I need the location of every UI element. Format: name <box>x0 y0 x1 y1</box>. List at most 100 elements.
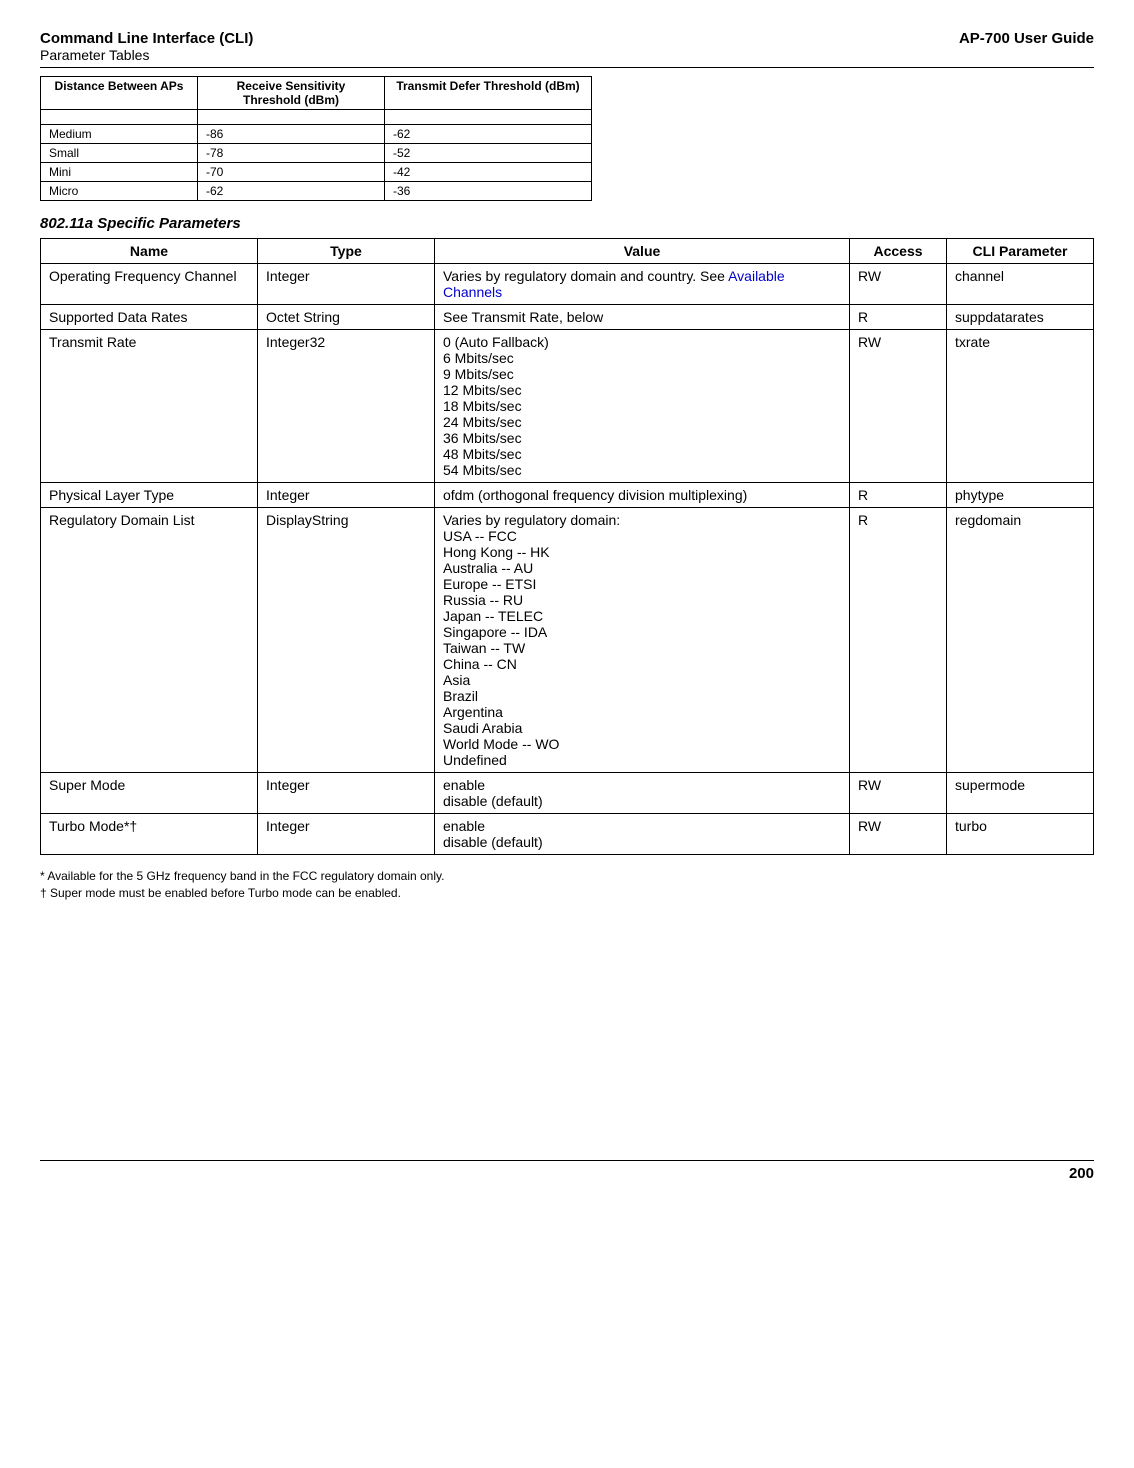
cell-type: Integer <box>258 264 435 305</box>
cell-cli: supermode <box>947 773 1094 814</box>
table-row: Regulatory Domain List DisplayString Var… <box>41 508 1094 773</box>
table-row: Operating Frequency Channel Integer Vari… <box>41 264 1094 305</box>
cell: Medium <box>41 125 198 144</box>
value-line: 48 Mbits/sec <box>443 446 841 462</box>
col-receive: Receive Sensitivity Threshold (dBm) <box>198 77 385 110</box>
page-header: Command Line Interface (CLI) Parameter T… <box>40 30 1094 68</box>
cell-value: Varies by regulatory domain and country.… <box>435 264 850 305</box>
value-line: Saudi Arabia <box>443 720 841 736</box>
value-line: enable <box>443 777 841 793</box>
cell: -36 <box>385 182 592 201</box>
page-number: 200 <box>1069 1165 1094 1182</box>
footnote-1: * Available for the 5 GHz frequency band… <box>40 869 1094 883</box>
cell-access: R <box>850 483 947 508</box>
value-line: Europe -- ETSI <box>443 576 841 592</box>
cell-value: enable disable (default) <box>435 814 850 855</box>
cell: Mini <box>41 163 198 182</box>
header-subtitle: Parameter Tables <box>40 47 253 63</box>
value-line: 54 Mbits/sec <box>443 462 841 478</box>
table-row: Transmit Rate Integer32 0 (Auto Fallback… <box>41 330 1094 483</box>
col-value: Value <box>435 239 850 264</box>
value-line: Australia -- AU <box>443 560 841 576</box>
cell-cli: suppdatarates <box>947 305 1094 330</box>
value-line: Undefined <box>443 752 841 768</box>
value-line: Japan -- TELEC <box>443 608 841 624</box>
table-row: Physical Layer Type Integer ofdm (orthog… <box>41 483 1094 508</box>
value-line: 6 Mbits/sec <box>443 350 841 366</box>
value-line: disable (default) <box>443 834 841 850</box>
value-line: Argentina <box>443 704 841 720</box>
cell-name: Operating Frequency Channel <box>41 264 258 305</box>
value-line: Taiwan -- TW <box>443 640 841 656</box>
value-line: China -- CN <box>443 656 841 672</box>
cell-cli: turbo <box>947 814 1094 855</box>
value-line: 18 Mbits/sec <box>443 398 841 414</box>
cell-cli: txrate <box>947 330 1094 483</box>
cell-value: 0 (Auto Fallback) 6 Mbits/sec 9 Mbits/se… <box>435 330 850 483</box>
cell-type: Integer <box>258 814 435 855</box>
value-line: disable (default) <box>443 793 841 809</box>
cell-access: R <box>850 305 947 330</box>
cell-type: DisplayString <box>258 508 435 773</box>
value-line: 12 Mbits/sec <box>443 382 841 398</box>
col-type: Type <box>258 239 435 264</box>
header-title: Command Line Interface (CLI) <box>40 30 253 47</box>
footnote-2: † Super mode must be enabled before Turb… <box>40 886 1094 900</box>
page-footer: 200 <box>40 1160 1094 1182</box>
value-line: Russia -- RU <box>443 592 841 608</box>
cell-value: Varies by regulatory domain: USA -- FCC … <box>435 508 850 773</box>
table-row: Turbo Mode*† Integer enable disable (def… <box>41 814 1094 855</box>
cell: -86 <box>198 125 385 144</box>
cell: -42 <box>385 163 592 182</box>
cell-type: Octet String <box>258 305 435 330</box>
cell-access: RW <box>850 814 947 855</box>
cell-name: Regulatory Domain List <box>41 508 258 773</box>
cell: Micro <box>41 182 198 201</box>
col-cli: CLI Parameter <box>947 239 1094 264</box>
value-line: Hong Kong -- HK <box>443 544 841 560</box>
value-line: 0 (Auto Fallback) <box>443 334 841 350</box>
section-heading: 802.11a Specific Parameters <box>40 215 1094 232</box>
cell-type: Integer <box>258 483 435 508</box>
header-guide: AP-700 User Guide <box>959 30 1094 47</box>
cell: -78 <box>198 144 385 163</box>
value-line: USA -- FCC <box>443 528 841 544</box>
value-line: Singapore -- IDA <box>443 624 841 640</box>
col-access: Access <box>850 239 947 264</box>
value-line: World Mode -- WO <box>443 736 841 752</box>
footnotes: * Available for the 5 GHz frequency band… <box>40 869 1094 900</box>
table-row: Small -78 -52 <box>41 144 592 163</box>
cell: -52 <box>385 144 592 163</box>
cell-name: Physical Layer Type <box>41 483 258 508</box>
cell-name: Supported Data Rates <box>41 305 258 330</box>
col-distance: Distance Between APs <box>41 77 198 110</box>
value-line: Varies by regulatory domain: <box>443 512 841 528</box>
cell-access: RW <box>850 264 947 305</box>
table-row: Mini -70 -42 <box>41 163 592 182</box>
cell-access: RW <box>850 773 947 814</box>
cell-cli: channel <box>947 264 1094 305</box>
cell: -62 <box>385 125 592 144</box>
table-row: Super Mode Integer enable disable (defau… <box>41 773 1094 814</box>
cell-type: Integer32 <box>258 330 435 483</box>
value-line: 9 Mbits/sec <box>443 366 841 382</box>
value-text: Varies by regulatory domain and country.… <box>443 268 728 284</box>
value-line: 24 Mbits/sec <box>443 414 841 430</box>
value-line: Asia <box>443 672 841 688</box>
col-name: Name <box>41 239 258 264</box>
cell-value: See Transmit Rate, below <box>435 305 850 330</box>
header-left: Command Line Interface (CLI) Parameter T… <box>40 30 253 63</box>
value-line: enable <box>443 818 841 834</box>
cell-value: enable disable (default) <box>435 773 850 814</box>
cell-name: Transmit Rate <box>41 330 258 483</box>
cell: -70 <box>198 163 385 182</box>
cell-access: RW <box>850 330 947 483</box>
table-row: Supported Data Rates Octet String See Tr… <box>41 305 1094 330</box>
cell: -62 <box>198 182 385 201</box>
col-transmit: Transmit Defer Threshold (dBm) <box>385 77 592 110</box>
distance-table: Distance Between APs Receive Sensitivity… <box>40 76 592 201</box>
cell-cli: phytype <box>947 483 1094 508</box>
cell-cli: regdomain <box>947 508 1094 773</box>
cell-name: Turbo Mode*† <box>41 814 258 855</box>
cell: Small <box>41 144 198 163</box>
